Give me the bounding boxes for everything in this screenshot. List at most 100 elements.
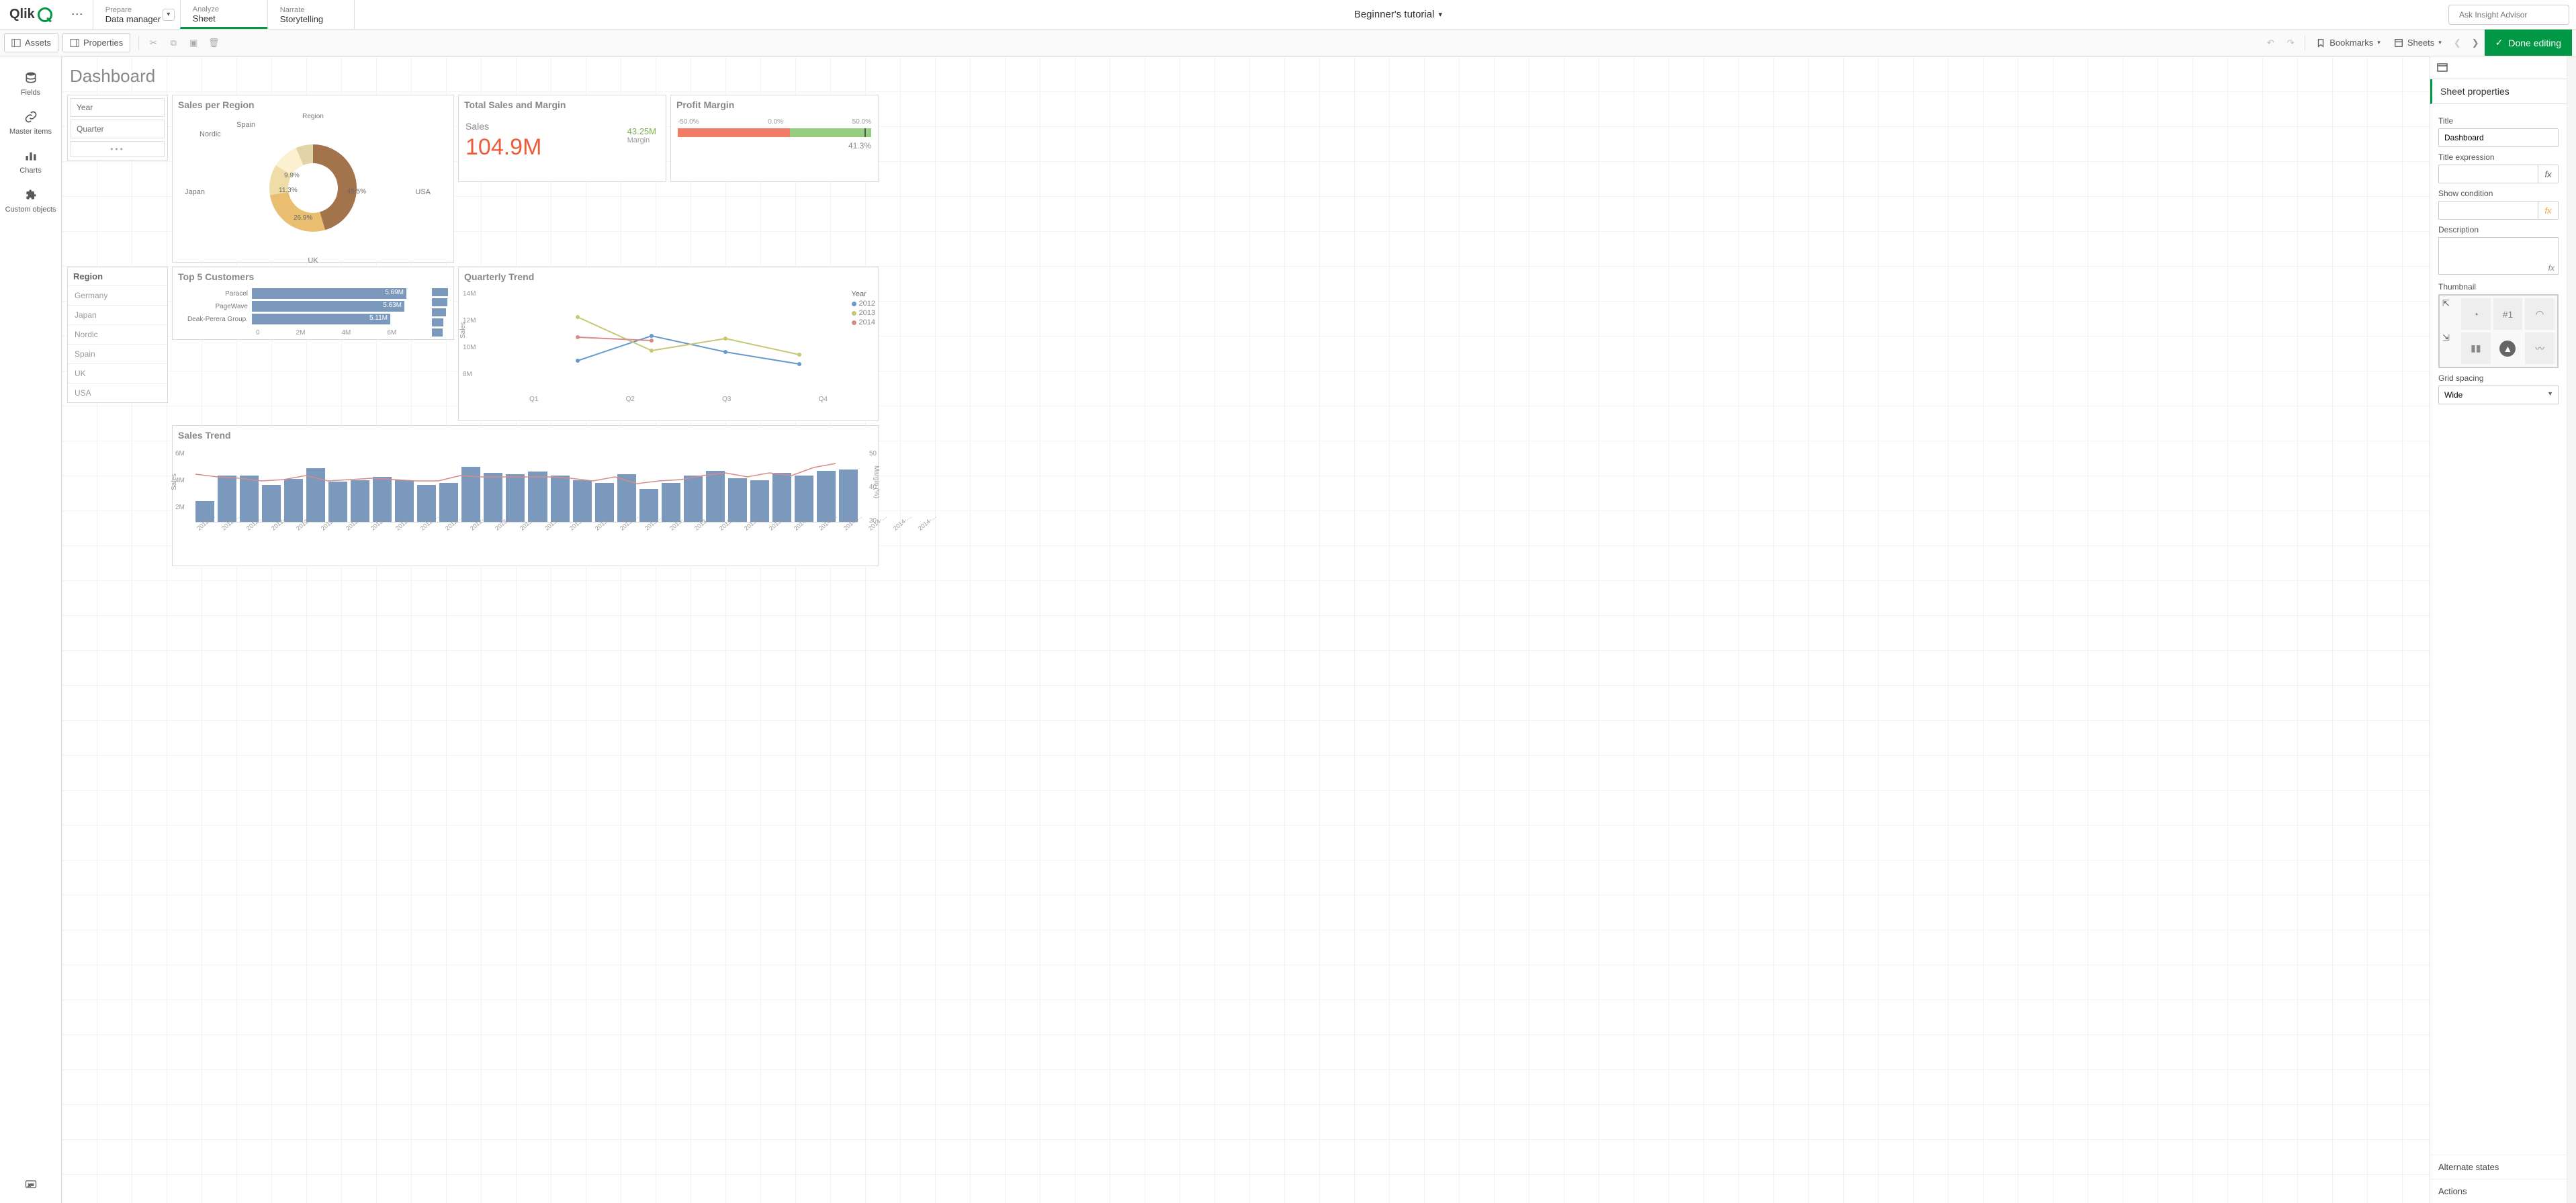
gauge-scale: -50.0% 0.0% 50.0% (671, 114, 878, 127)
filter-quarter[interactable]: Quarter (71, 120, 165, 138)
copy-icon[interactable]: ⧉ (166, 36, 181, 50)
list-item[interactable]: Japan (68, 305, 167, 324)
legend-item: 2014 (852, 318, 875, 326)
puzzle-icon (24, 188, 38, 202)
y-tick: 14M (463, 290, 476, 298)
nav-tab-big: Data manager (105, 14, 168, 24)
canvas[interactable]: Dashboard Year Quarter ••• Sales per Reg… (62, 56, 2430, 1203)
done-editing-button[interactable]: ✓ Done editing (2485, 30, 2572, 56)
list-item[interactable]: Nordic (68, 324, 167, 344)
rail-charts[interactable]: Charts (0, 142, 61, 181)
sheets-label: Sheets (2407, 38, 2434, 48)
trend-bars (195, 449, 858, 523)
search-input[interactable] (2459, 10, 2563, 19)
filter-more[interactable]: ••• (71, 141, 165, 157)
kpi-total-sales-margin[interactable]: Total Sales and Margin Sales 104.9M 43.2… (458, 95, 666, 182)
app-title[interactable]: Beginner's tutorial ▾ (355, 9, 2442, 20)
next-sheet-button[interactable]: ❯ (2467, 34, 2485, 52)
alternate-states-accordion[interactable]: Alternate states (2430, 1155, 2567, 1179)
thumb-reset-icon[interactable]: ⇲ (2442, 332, 2458, 364)
prev-sheet-button[interactable]: ❮ (2448, 34, 2467, 52)
list-item[interactable]: USA (68, 383, 167, 402)
properties-label: Properties (83, 38, 123, 48)
filter-region[interactable]: Region Germany Japan Nordic Spain UK USA (67, 267, 168, 403)
rail-label: Charts (19, 167, 41, 175)
chart-top5-customers[interactable]: Top 5 Customers Paracel5.69M PageWave5.6… (172, 267, 454, 340)
sheet-icon (2394, 38, 2403, 48)
paste-icon[interactable]: ▣ (186, 36, 201, 50)
slice-label-spain: Spain (236, 121, 255, 129)
y-label-right: Margin (%) (873, 465, 880, 498)
y-tick: 10M (463, 344, 476, 351)
global-menu-button[interactable]: ⋯ (62, 7, 93, 21)
bookmarks-button[interactable]: Bookmarks ▾ (2309, 34, 2387, 52)
show-condition-input[interactable] (2438, 201, 2538, 220)
app-title-text: Beginner's tutorial (1354, 9, 1435, 20)
legend-item: 2013 (852, 309, 875, 317)
nav-tab-prepare[interactable]: Prepare Data manager ▾ (93, 0, 180, 29)
filter-year-quarter[interactable]: Year Quarter ••• (67, 95, 168, 161)
line-thumb-icon: 〰 (2525, 332, 2555, 364)
axis-tick: 2M (296, 329, 306, 337)
fx-icon[interactable]: fx (2548, 263, 2555, 273)
axis-tick: 4M (341, 329, 351, 337)
nav-tab-analyze[interactable]: Analyze Sheet (180, 0, 267, 29)
trend-bar (240, 476, 259, 522)
insight-search[interactable] (2448, 5, 2569, 25)
list-item[interactable]: Spain (68, 344, 167, 363)
kpi-thumb-icon: #1 (2493, 298, 2523, 330)
x-tick: Q2 (626, 396, 635, 403)
database-icon (24, 71, 38, 85)
gauge-profit-margin[interactable]: Profit Margin -50.0% 0.0% 50.0% 41.3% (670, 95, 879, 182)
title-input[interactable] (2438, 128, 2559, 147)
chart-sales-trend[interactable]: Sales Trend 6M 4M 2M Sales 50 40 30 Marg… (172, 425, 879, 566)
properties-scrollbar[interactable] (2567, 56, 2576, 1203)
nav-tab-narrate[interactable]: Narrate Storytelling (267, 0, 355, 29)
nav-tabs: Prepare Data manager ▾ Analyze Sheet Nar… (93, 0, 355, 29)
properties-button[interactable]: Properties (62, 33, 130, 52)
redo-icon[interactable]: ↷ (2283, 36, 2298, 50)
gauge-value: 41.3% (671, 138, 878, 153)
sheets-button[interactable]: Sheets ▾ (2387, 34, 2448, 52)
grid-spacing-select[interactable]: Wide (2438, 386, 2559, 404)
bar: 5.11M (252, 314, 390, 324)
assets-button[interactable]: Assets (4, 33, 58, 52)
list-item[interactable]: Germany (68, 285, 167, 305)
chart-quarterly-trend[interactable]: Quarterly Trend 14M 12M 10M 8M Sales Yea… (458, 267, 879, 421)
chart-title: Top 5 Customers (173, 267, 453, 286)
bar: 5.63M (252, 301, 404, 312)
cut-icon[interactable]: ✂ (146, 36, 161, 50)
title-expression-label: Title expression (2438, 152, 2559, 162)
pct-japan: 11.3% (279, 187, 298, 194)
description-textarea[interactable] (2438, 237, 2559, 275)
filter-year[interactable]: Year (71, 98, 165, 117)
undo-icon[interactable]: ↶ (2263, 36, 2278, 50)
show-condition-label: Show condition (2438, 189, 2559, 198)
list-item[interactable]: UK (68, 363, 167, 383)
rail-custom-objects[interactable]: Custom objects (0, 181, 61, 220)
gauge-title: Profit Margin (671, 95, 878, 114)
pct-uk: 26.9% (294, 214, 312, 222)
image-thumb-icon[interactable]: ▲ (2493, 332, 2523, 364)
trend-bar (528, 472, 547, 522)
rail-variables[interactable]: x= (0, 1171, 61, 1198)
bar-value: 5.69M (385, 289, 404, 296)
thumbnail-preview[interactable]: ⇱ ◔ #1 ◠ ⇲ ▮▮ ▲ 〰 (2438, 294, 2559, 368)
grid-spacing-label: Grid spacing (2438, 373, 2559, 383)
donut-chart: Region USA UK Japan Nordic Spain 45.5% 2… (173, 114, 453, 262)
assets-label: Assets (25, 38, 51, 48)
rail-master-items[interactable]: Master items (0, 103, 61, 142)
chart-sales-per-region[interactable]: Sales per Region Region USA UK Japan Nor… (172, 95, 454, 263)
thumb-export-icon[interactable]: ⇱ (2442, 298, 2458, 330)
fx-button[interactable]: fx (2538, 165, 2559, 183)
rail-fields[interactable]: Fields (0, 64, 61, 103)
chevron-down-icon[interactable]: ▾ (163, 9, 175, 21)
title-expression-input[interactable] (2438, 165, 2538, 183)
dashboard-grid: Year Quarter ••• Sales per Region Region… (67, 95, 2424, 566)
delete-icon[interactable]: 🗑 (206, 36, 221, 50)
x-tick: Q1 (529, 396, 538, 403)
actions-accordion[interactable]: Actions (2430, 1179, 2567, 1203)
fx-button[interactable]: fx (2538, 201, 2559, 220)
chevron-down-icon: ▾ (2377, 39, 2381, 46)
y-label-left: Sales (171, 474, 178, 490)
